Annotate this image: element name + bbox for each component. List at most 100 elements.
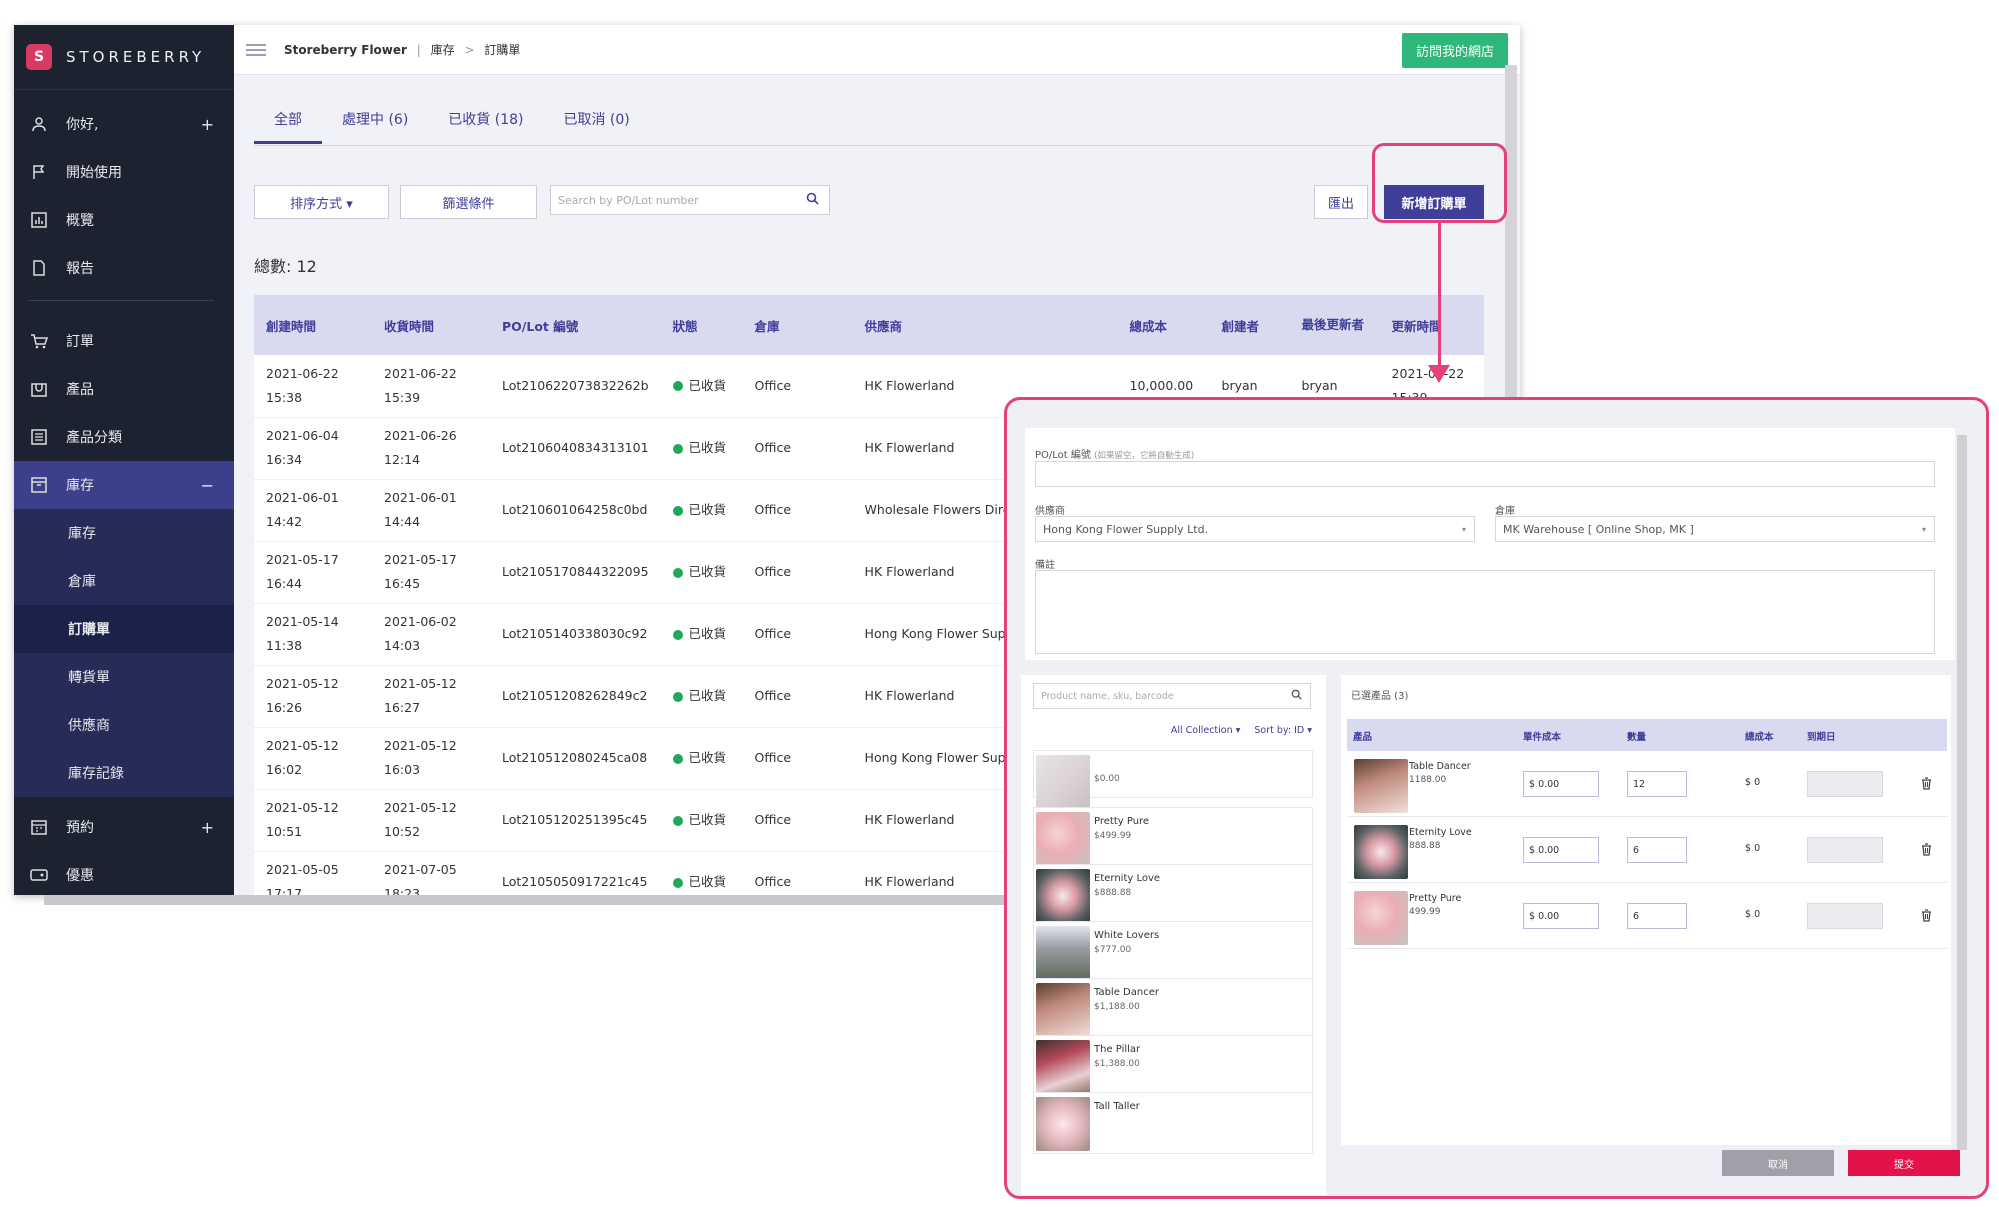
col-received[interactable]: 收貨時間 (372, 295, 490, 355)
cell-lot[interactable]: Lot210512080245ca08 (490, 727, 661, 790)
sidebar-item-overview[interactable]: 概覽 (14, 196, 234, 244)
trash-icon[interactable] (1921, 907, 1932, 926)
cell-lot[interactable]: Lot2105140338030c92 (490, 603, 661, 666)
quantity-input[interactable]: 6 (1627, 903, 1687, 929)
catalog-item[interactable]: White Lovers $777.00 (1033, 921, 1313, 983)
col-created[interactable]: 創建時間 (254, 295, 372, 355)
catalog-item[interactable]: Eternity Love $888.88 (1033, 864, 1313, 926)
expiry-date-input[interactable] (1807, 903, 1883, 929)
tab-cancelled[interactable]: 已取消 (0) (543, 97, 649, 144)
trash-icon[interactable] (1921, 775, 1932, 794)
search-icon[interactable] (1291, 689, 1302, 703)
cell-lot[interactable]: Lot210601064258c0bd (490, 479, 661, 542)
cell-status: 已收貨 (660, 727, 743, 790)
expiry-date-input[interactable] (1807, 837, 1883, 863)
visit-store-button[interactable]: 訪問我的網店 (1401, 33, 1508, 68)
sidebar-subitem-warehouse[interactable]: 倉庫 (14, 557, 234, 605)
sidebar-item-inventory[interactable]: 庫存 − (14, 461, 234, 509)
calendar-icon (28, 816, 50, 838)
col-warehouse[interactable]: 倉庫 (742, 295, 853, 355)
brand-name: STOREBERRY (66, 48, 206, 66)
sidebar-item-get-started[interactable]: 開始使用 (14, 148, 234, 196)
col-creator[interactable]: 創建者 (1209, 295, 1290, 355)
cell-created: 2021-06-22 15:38 (254, 355, 372, 418)
tab-all[interactable]: 全部 (254, 97, 322, 144)
sidebar-item-promotions[interactable]: 優惠 (14, 851, 234, 895)
total-count: 總數: 12 (254, 257, 317, 276)
col-supplier[interactable]: 供應商 (852, 295, 1118, 355)
sidebar-item-label: 概覽 (66, 213, 94, 229)
remark-textarea[interactable] (1035, 570, 1935, 654)
col-status[interactable]: 狀態 (660, 295, 743, 355)
col-updater[interactable]: 最後更新者 (1289, 295, 1380, 355)
sidebar-item-label: 你好, (66, 117, 99, 133)
trash-icon[interactable] (1921, 841, 1932, 860)
line-total: $ 0 (1745, 909, 1761, 920)
warehouse-select[interactable]: MK Warehouse [ Online Shop, MK ] ▾ (1495, 516, 1935, 542)
unit-cost-input[interactable]: $ 0.00 (1523, 771, 1599, 797)
collection-filter-dropdown[interactable]: All Collection ▾ (1171, 725, 1241, 736)
sort-by-dropdown[interactable]: Sort by: ID ▾ (1254, 725, 1312, 736)
status-dot (672, 443, 683, 454)
catalog-item[interactable]: Tall Taller (1033, 1092, 1313, 1154)
export-button[interactable]: 匯出 (1314, 185, 1368, 219)
status-dot (672, 567, 683, 578)
cell-lot[interactable]: Lot2105120251395c45 (490, 789, 661, 852)
expand-plus-icon[interactable]: + (201, 818, 214, 837)
cell-date: 2021-05-17 (384, 552, 457, 567)
sidebar-item-booking[interactable]: 預約 + (14, 803, 234, 851)
submit-button[interactable]: 提交 (1848, 1150, 1960, 1176)
cell-received: 2021-05-12 16:03 (372, 727, 490, 790)
supplier-select[interactable]: Hong Kong Flower Supply Ltd. ▾ (1035, 516, 1475, 542)
col-updated[interactable]: 更新時間 (1379, 295, 1484, 355)
sidebar-subitem-transfers[interactable]: 轉貨單 (14, 653, 234, 701)
sort-button[interactable]: 排序方式 ▾ (254, 185, 389, 219)
sidebar-subitem-stock-log[interactable]: 庫存記錄 (14, 749, 234, 797)
cancel-button[interactable]: 取消 (1722, 1150, 1834, 1176)
product-search-input[interactable]: Product name, sku, barcode (1033, 683, 1311, 709)
filter-button[interactable]: 篩選條件 (400, 185, 537, 219)
sidebar-subitem-purchase-orders[interactable]: 訂購單 (14, 605, 234, 653)
cell-date: 2021-06-01 (266, 490, 339, 505)
sidebar-item-categories[interactable]: 產品分類 (14, 413, 234, 461)
tab-processing[interactable]: 處理中 (6) (322, 97, 428, 144)
col-total-cost[interactable]: 總成本 (1117, 295, 1210, 355)
catalog-item[interactable]: $0.00 (1033, 750, 1313, 809)
catalog-item[interactable]: Pretty Pure $499.99 (1033, 807, 1313, 869)
sidebar-item-products[interactable]: 產品 (14, 365, 234, 413)
po-search-input[interactable]: Search by PO/Lot number (550, 185, 830, 215)
collapse-minus-icon[interactable]: − (201, 476, 214, 495)
breadcrumb-inventory[interactable]: 庫存 (431, 43, 455, 57)
quantity-input[interactable]: 6 (1627, 837, 1687, 863)
sidebar-item-reports[interactable]: 報告 (14, 244, 234, 292)
catalog-item-price: $888.88 (1094, 888, 1132, 898)
search-icon[interactable] (806, 192, 819, 208)
cell-lot[interactable]: Lot21051208262849c2 (490, 665, 661, 728)
cell-lot[interactable]: Lot2105170844322095 (490, 541, 661, 604)
breadcrumb-store[interactable]: Storeberry Flower (284, 43, 407, 57)
tab-received[interactable]: 已收貨 (18) (428, 97, 543, 144)
cell-date: 2021-06-22 (266, 365, 339, 381)
cell-date: 2021-05-12 (266, 800, 339, 815)
status-dot (672, 505, 683, 516)
col-lot[interactable]: PO/Lot 編號 (490, 295, 661, 355)
sidebar-subitem-stock[interactable]: 庫存 (14, 509, 234, 557)
window-vertical-scrollbar[interactable] (1505, 65, 1517, 405)
quantity-input[interactable]: 12 (1627, 771, 1687, 797)
unit-cost-input[interactable]: $ 0.00 (1523, 837, 1599, 863)
sidebar-item-greeting[interactable]: 你好, + (14, 100, 234, 148)
expand-plus-icon[interactable]: + (201, 115, 214, 134)
flag-icon (28, 161, 50, 183)
po-lot-input[interactable] (1035, 461, 1935, 487)
unit-cost-input[interactable]: $ 0.00 (1523, 903, 1599, 929)
expiry-date-input[interactable] (1807, 771, 1883, 797)
cell-lot[interactable]: Lot2106040834313101 (490, 417, 661, 480)
panel-vertical-scrollbar[interactable] (1957, 435, 1967, 1150)
catalog-item[interactable]: Table Dancer $1,188.00 (1033, 978, 1313, 1040)
menu-toggle-icon[interactable] (246, 43, 266, 56)
catalog-item[interactable]: The Pillar $1,388.00 (1033, 1035, 1313, 1097)
sidebar-item-orders[interactable]: 訂單 (14, 317, 234, 365)
cell-lot[interactable]: Lot2105050917221c45 (490, 851, 661, 895)
cell-lot[interactable]: Lot210622073832262b (490, 355, 661, 418)
sidebar-subitem-suppliers[interactable]: 供應商 (14, 701, 234, 749)
